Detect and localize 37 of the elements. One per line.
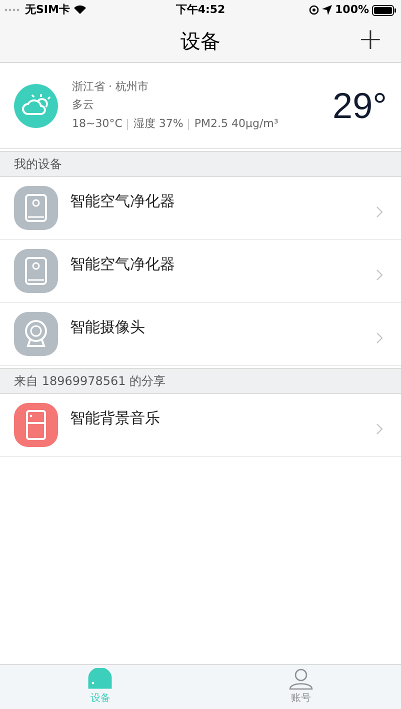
device-name: 智能背景音乐 — [70, 408, 161, 429]
speaker-icon — [14, 403, 58, 447]
chevron-right-icon — [376, 332, 383, 344]
section-header: 我的设备 — [0, 151, 401, 177]
condition-text: 多云 — [72, 97, 95, 114]
webcam-icon — [14, 312, 58, 356]
page-title: 设备 — [180, 28, 220, 55]
cloud-sun-icon — [14, 84, 58, 128]
chevron-right-icon — [376, 423, 383, 435]
device-tab-icon — [88, 668, 112, 690]
section-header: 来自 18969978561 的分享 — [0, 368, 401, 394]
battery-icon — [372, 4, 397, 16]
chevron-right-icon — [376, 269, 383, 281]
chevron-right-icon — [376, 206, 383, 218]
purifier-icon — [14, 249, 58, 293]
purifier-icon — [14, 186, 58, 230]
clock: 下午4:52 — [176, 2, 226, 18]
carrier-label: 无SIM卡 — [25, 2, 70, 18]
device-row[interactable]: 智能背景音乐 — [0, 394, 401, 457]
device-row[interactable]: 智能空气净化器 — [0, 177, 401, 240]
humidity-text: 湿度 37% — [133, 116, 184, 132]
device-name: 智能空气净化器 — [70, 191, 176, 212]
location-text: 浙江省 · 杭州市 — [72, 78, 150, 95]
rotation-lock-icon — [309, 5, 320, 15]
signal-dots-icon — [4, 8, 22, 12]
person-icon — [288, 668, 313, 690]
device-row[interactable]: 智能摄像头 — [0, 303, 401, 366]
device-row[interactable]: 智能空气净化器 — [0, 240, 401, 303]
location-arrow-icon — [322, 5, 332, 15]
wifi-icon — [72, 5, 87, 15]
device-name: 智能摄像头 — [70, 317, 146, 338]
battery-percent: 100% — [335, 2, 369, 18]
current-temperature: 29° — [332, 84, 387, 128]
temperature-range: 18~30°C — [72, 116, 122, 132]
device-name: 智能空气净化器 — [70, 254, 176, 275]
add-button[interactable]: + — [358, 23, 383, 57]
pm-text: PM2.5 40μg/m³ — [194, 116, 278, 132]
